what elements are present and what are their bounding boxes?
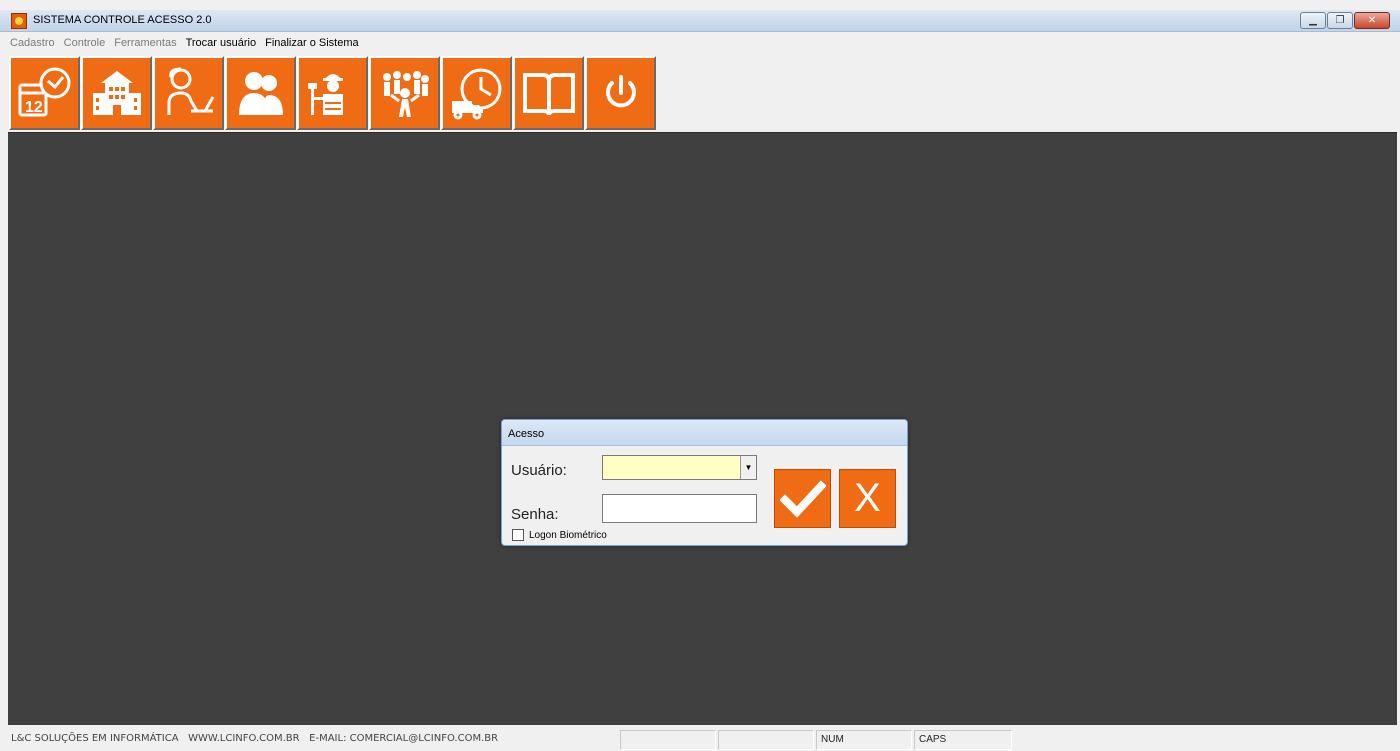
confirm-button[interactable] — [774, 469, 831, 528]
check-icon — [779, 479, 826, 518]
toolbar-delivery-button[interactable] — [441, 56, 512, 130]
user-combo[interactable]: ▼ — [602, 455, 757, 480]
biometric-label[interactable]: Logon Biométrico — [529, 530, 607, 541]
crowd-icon — [382, 71, 429, 117]
calendar-clock-icon: 12 — [18, 67, 70, 117]
main-window: SISTEMA CONTROLE ACESSO 2.0 ▁ ❐ ✕ Cadast… — [0, 0, 1400, 751]
toolbar-power-button[interactable] — [585, 56, 656, 130]
cancel-button[interactable]: X — [839, 469, 896, 528]
app-logo-icon — [11, 13, 27, 29]
login-dialog: Acesso Usuário: ▼ Senha: Logon Biométric… — [501, 419, 908, 546]
biometric-checkbox[interactable] — [512, 529, 524, 541]
cancel-icon: X — [854, 476, 881, 520]
password-input[interactable] — [602, 494, 757, 523]
worker-icon — [307, 74, 343, 115]
biometric-row: Logon Biométrico — [512, 529, 607, 541]
user-label: Usuário: — [511, 462, 567, 479]
menu-ferramentas[interactable]: Ferramentas — [114, 37, 176, 49]
delivery-truck-clock-icon — [451, 68, 501, 120]
receptionist-icon — [167, 67, 214, 115]
status-panel-2 — [718, 730, 814, 750]
restore-button[interactable]: ❐ — [1327, 12, 1353, 29]
toolbar-reception-button[interactable] — [153, 56, 224, 130]
window-controls: ▁ ❐ ✕ — [1299, 12, 1390, 29]
dialog-title[interactable]: Acesso — [502, 420, 907, 446]
close-icon: ✕ — [1367, 15, 1377, 26]
title-bar[interactable]: SISTEMA CONTROLE ACESSO 2.0 ▁ ❐ ✕ — [0, 10, 1400, 32]
svg-text:12: 12 — [25, 99, 43, 116]
status-num: NUM — [816, 730, 912, 750]
minimize-icon: ▁ — [1309, 15, 1317, 26]
close-button[interactable]: ✕ — [1354, 12, 1390, 29]
status-bar: L&C SOLUÇÕES EM INFORMÁTICA WWW.LCINFO.C… — [0, 727, 1400, 751]
menu-trocar-usuario[interactable]: Trocar usuário — [186, 37, 257, 49]
password-label: Senha: — [511, 506, 559, 523]
toolbar: 12 — [9, 56, 657, 130]
status-panel-1 — [620, 730, 716, 750]
chevron-down-icon[interactable]: ▼ — [740, 456, 756, 479]
status-company-info: L&C SOLUÇÕES EM INFORMÁTICA WWW.LCINFO.C… — [11, 733, 499, 744]
restore-icon: ❐ — [1335, 15, 1345, 26]
menu-controle[interactable]: Controle — [64, 37, 106, 49]
menu-bar: Cadastro Controle Ferramentas Trocar usu… — [0, 33, 1400, 53]
book-icon — [522, 73, 575, 116]
people-icon — [238, 72, 283, 115]
toolbar-people-button[interactable] — [225, 56, 296, 130]
toolbar-building-button[interactable] — [81, 56, 152, 130]
status-caps: CAPS — [914, 730, 1012, 750]
building-icon — [92, 71, 141, 115]
toolbar-crowd-button[interactable] — [369, 56, 440, 130]
toolbar-book-button[interactable] — [513, 56, 584, 130]
power-icon — [605, 75, 636, 108]
toolbar-worker-button[interactable] — [297, 56, 368, 130]
menu-finalizar-sistema[interactable]: Finalizar o Sistema — [265, 37, 359, 49]
window-title: SISTEMA CONTROLE ACESSO 2.0 — [33, 14, 212, 26]
minimize-button[interactable]: ▁ — [1300, 12, 1326, 29]
toolbar-calendar-button[interactable]: 12 — [9, 56, 80, 130]
menu-cadastro[interactable]: Cadastro — [10, 37, 55, 49]
